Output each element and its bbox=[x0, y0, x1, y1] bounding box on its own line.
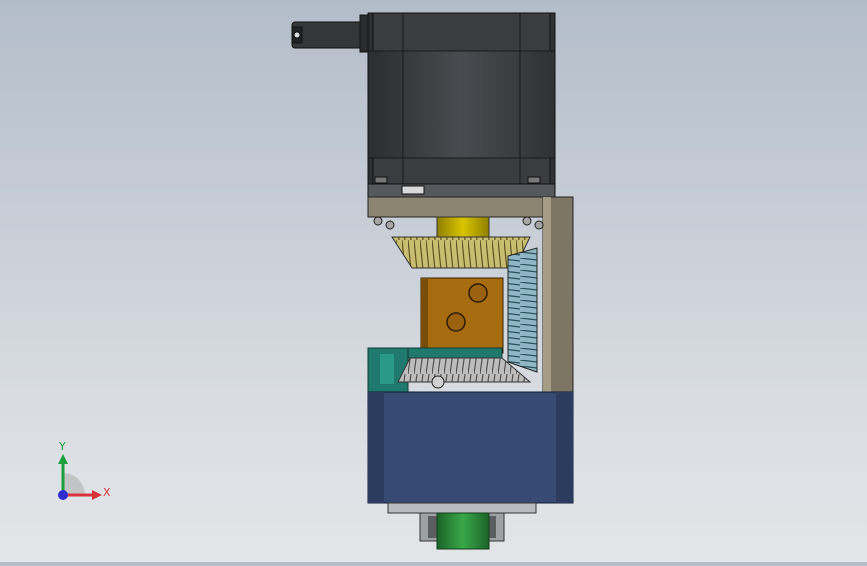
z-axis-point bbox=[58, 490, 68, 500]
x-axis-arrow bbox=[92, 490, 102, 500]
view-orientation-triad[interactable]: Y X bbox=[44, 440, 124, 515]
motor-connector[interactable] bbox=[291, 14, 369, 53]
stepper-motor[interactable] bbox=[367, 12, 556, 198]
yellow-shaft[interactable] bbox=[436, 216, 490, 238]
triad-y-label: Y bbox=[59, 440, 66, 453]
blue-housing[interactable] bbox=[367, 391, 574, 514]
side-bevel-gear[interactable] bbox=[507, 247, 538, 373]
triad-x-label: X bbox=[103, 486, 111, 499]
y-axis-arrow bbox=[58, 454, 68, 464]
center-block[interactable] bbox=[420, 277, 504, 354]
graphics-viewport[interactable] bbox=[0, 0, 867, 562]
output-shaft[interactable] bbox=[419, 512, 505, 550]
